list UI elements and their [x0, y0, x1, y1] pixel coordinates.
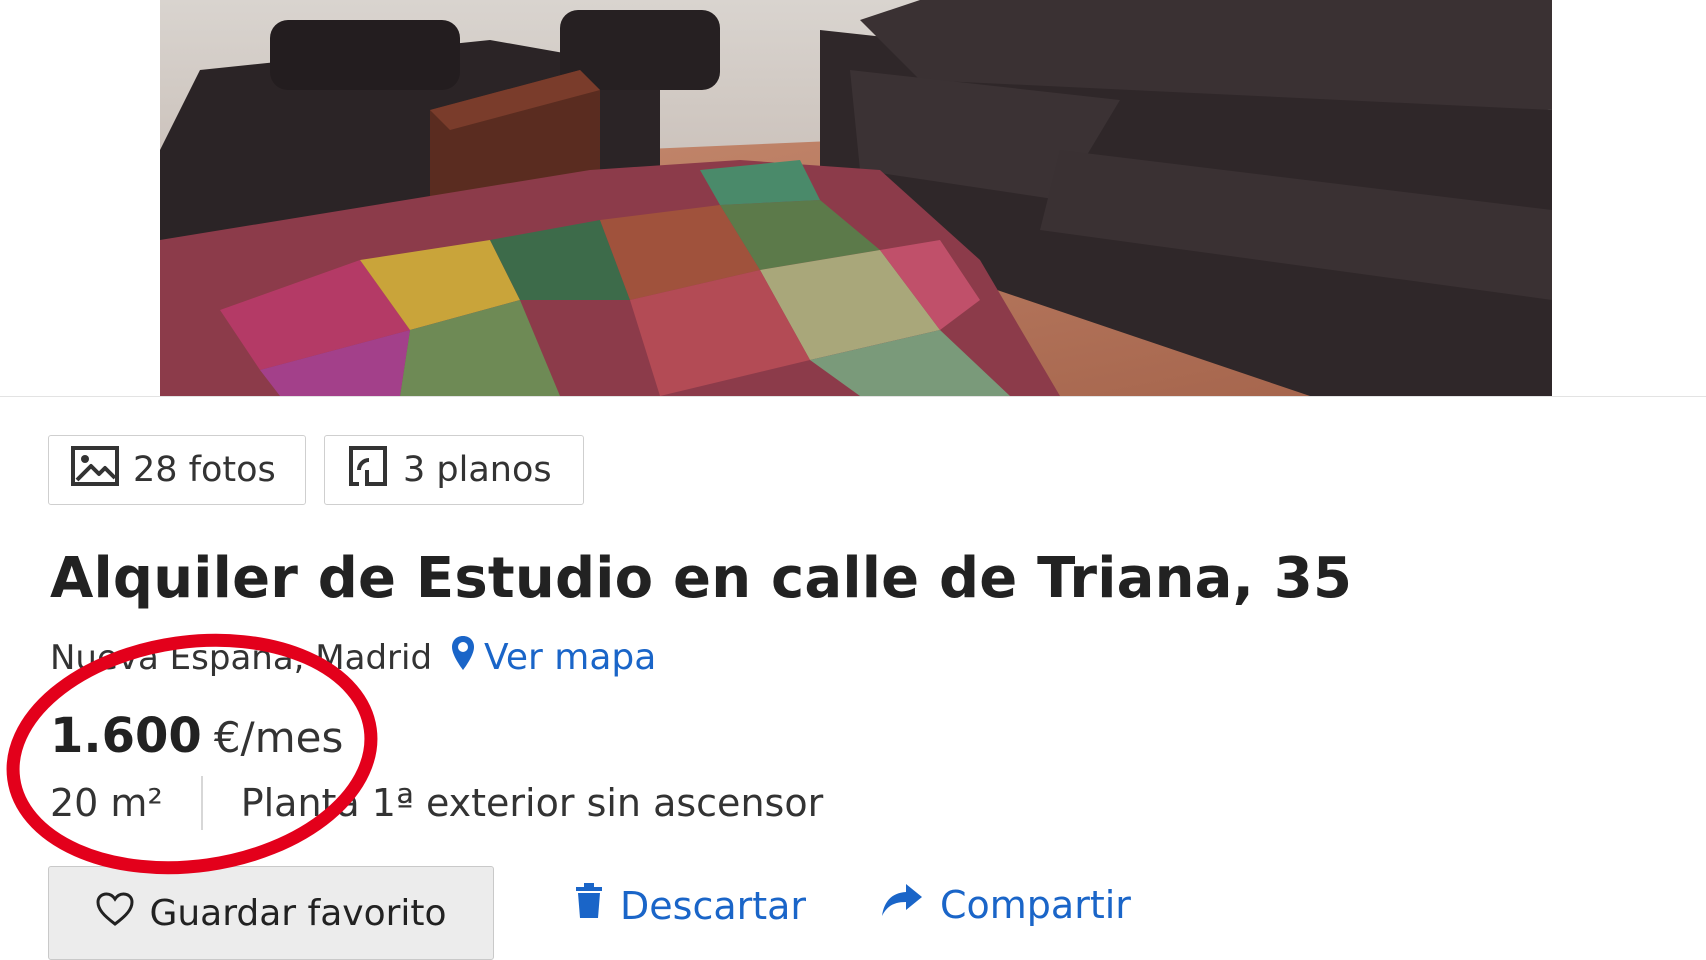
map-pin-icon — [450, 634, 476, 681]
features-row: 20 m² Planta 1ª exterior sin ascensor — [50, 776, 823, 830]
price-row: 1.600 €/mes — [50, 708, 343, 764]
price-unit: €/mes — [213, 713, 344, 762]
discard-button[interactable]: Descartar — [574, 882, 806, 929]
image-icon — [71, 445, 119, 495]
share-arrow-icon — [880, 882, 924, 927]
listing-title: Alquiler de Estudio en calle de Triana, … — [50, 546, 1353, 611]
floorplan-icon — [347, 444, 389, 497]
map-link[interactable]: Ver mapa — [450, 634, 656, 681]
favorite-label: Guardar favorito — [149, 892, 447, 934]
discard-label: Descartar — [620, 883, 807, 928]
photos-button[interactable]: 28 fotos — [48, 435, 306, 505]
feature-separator — [200, 776, 203, 830]
heart-outline-icon — [95, 891, 135, 936]
photo-divider — [0, 396, 1706, 397]
trash-icon — [574, 882, 604, 929]
price-amount: 1.600 — [50, 708, 202, 764]
save-favorite-button[interactable]: Guardar favorito — [48, 866, 494, 960]
living-room-photo — [160, 0, 1552, 396]
plans-label: 3 planos — [403, 450, 552, 490]
location-row: Nueva España, Madrid Ver mapa — [50, 634, 656, 681]
plans-button[interactable]: 3 planos — [324, 435, 584, 505]
map-link-label: Ver mapa — [484, 637, 657, 678]
photos-label: 28 fotos — [133, 450, 276, 490]
floor-feature: Planta 1ª exterior sin ascensor — [240, 781, 824, 825]
listing-photo[interactable] — [160, 0, 1552, 396]
area-feature: 20 m² — [50, 781, 163, 825]
share-button[interactable]: Compartir — [880, 882, 1131, 927]
share-label: Compartir — [940, 882, 1131, 927]
location-text: Nueva España, Madrid — [50, 637, 433, 678]
